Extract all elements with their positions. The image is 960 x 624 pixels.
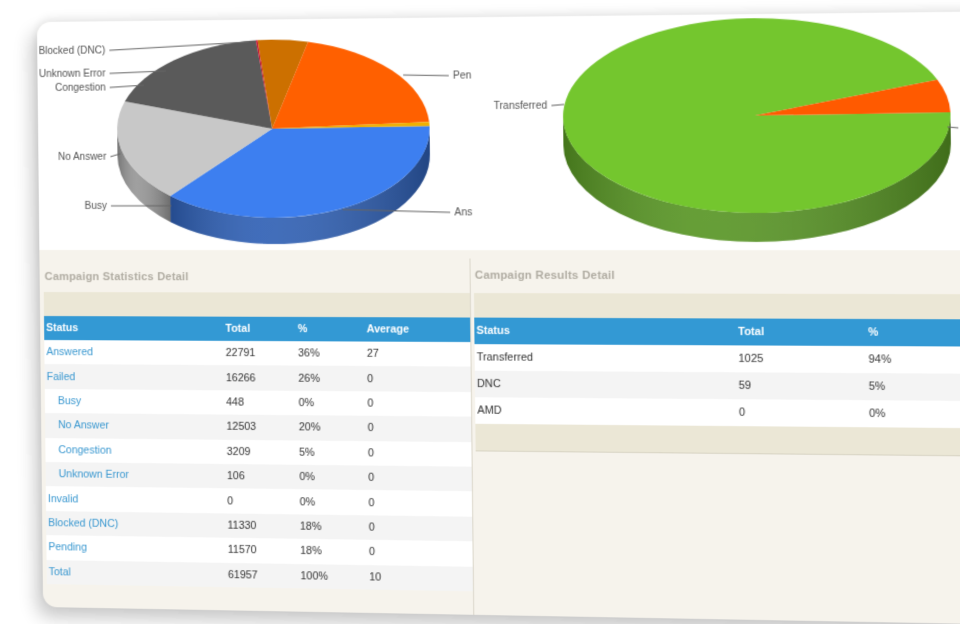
status-link[interactable]: Total (49, 566, 71, 578)
table-row: Failed 1626626%0 (45, 364, 471, 391)
table-row: Transferred102594% (475, 344, 960, 374)
campaign-results-table: Status Total % Transferred102594%DNC595%… (474, 293, 960, 457)
status-link[interactable]: Congestion (47, 444, 111, 457)
status-link[interactable]: Unknown Error (48, 468, 129, 481)
percent-cell: 5% (867, 380, 960, 393)
average-cell: 0 (366, 447, 470, 460)
pie-label: Pen (453, 70, 472, 81)
table-body: Transferred102594%DNC595%AMD00% (475, 344, 960, 428)
average-cell: 0 (366, 497, 470, 511)
table-top-band (474, 293, 960, 319)
percent-cell: 0% (867, 407, 960, 421)
status-cell: Transferred (475, 351, 737, 365)
status-cell: DNC (475, 378, 737, 392)
percent-cell: 100% (298, 570, 367, 583)
total-cell: 448 (224, 396, 297, 409)
percent-cell: 94% (866, 353, 960, 366)
total-cell: 16266 (224, 372, 297, 385)
table-top-band (44, 292, 470, 318)
pie-label: Congestion (55, 82, 106, 93)
pie-label: Blocked (DNC) (39, 45, 106, 57)
table-row: DNC595% (475, 371, 960, 401)
status-link[interactable]: Answered (46, 346, 93, 358)
table-header: Status Total % (474, 318, 960, 347)
total-cell: 106 (225, 470, 298, 483)
pie-slice-transferred[interactable] (562, 16, 952, 213)
table-bottom-band (475, 424, 960, 457)
total-cell: 61957 (226, 569, 299, 582)
total-cell: 12503 (224, 421, 297, 434)
charts-area: Pen Ans Blocked (DNC) Unknown Error Congesti… (37, 11, 960, 250)
column-header-status[interactable]: Status (474, 325, 736, 338)
average-cell: 0 (366, 422, 470, 435)
average-cell: 10 (367, 571, 471, 585)
total-cell: 22791 (224, 347, 297, 360)
average-cell: 0 (367, 546, 471, 560)
status-link[interactable]: Busy (47, 395, 81, 407)
pie-label: Ans (454, 207, 472, 218)
table-header: Status Total % Average (44, 316, 470, 342)
status-link[interactable]: Pending (48, 541, 87, 554)
leader-line (403, 75, 449, 76)
statistics-pie-chart: Pen Ans Blocked (DNC) Unknown Error Congesti… (39, 38, 474, 244)
total-cell: 11330 (225, 519, 298, 532)
pie-label: Busy (85, 201, 107, 212)
column-header-average[interactable]: Average (365, 323, 469, 336)
column-header-status[interactable]: Status (44, 322, 223, 335)
percent-cell: 0% (297, 471, 366, 484)
total-cell: 0 (737, 406, 867, 420)
percent-cell: 36% (296, 347, 365, 360)
total-cell: 3209 (225, 446, 298, 459)
average-cell: 0 (366, 472, 470, 485)
leader-line (551, 104, 564, 105)
pie-label: No Answer (58, 152, 107, 163)
column-header-total[interactable]: Total (736, 326, 866, 339)
pie-label: Unknown Error (39, 68, 106, 80)
percent-cell: 5% (297, 446, 366, 459)
total-cell: 59 (736, 380, 866, 393)
average-cell: 0 (367, 521, 471, 535)
total-cell: 11570 (226, 544, 299, 557)
percent-cell: 18% (298, 520, 367, 533)
campaign-statistics-table: Status Total % Average Answered2279136%2… (44, 292, 473, 591)
average-cell: 27 (365, 348, 469, 361)
campaign-report-card: Pen Ans Blocked (DNC) Unknown Error Congesti… (37, 11, 960, 624)
table-row: Answered 2279136%27 (44, 340, 470, 367)
pie-label: Transferred (494, 100, 548, 112)
status-link[interactable]: Invalid (48, 493, 78, 505)
status-cell: AMD (475, 404, 737, 418)
table-body: Answered2279136%27Failed1626626%0Busy448… (44, 340, 473, 591)
percent-cell: 18% (298, 545, 367, 558)
percent-cell: 0% (298, 496, 367, 509)
column-header-percent[interactable]: % (296, 323, 365, 335)
pie-charts-svg: Pen Ans Blocked (DNC) Unknown Error Congesti… (37, 11, 960, 250)
status-link[interactable]: Failed (47, 371, 76, 383)
results-pie-chart: TransferredDNC (493, 16, 960, 242)
results-section-title: Campaign Results Detail (475, 270, 615, 283)
average-cell: 0 (365, 373, 469, 386)
total-cell: 0 (225, 495, 298, 508)
column-header-total[interactable]: Total (223, 323, 296, 335)
column-header-percent[interactable]: % (866, 326, 960, 339)
table-row: Total 61957100%10 (47, 560, 473, 592)
stats-section-title: Campaign Statistics Detail (45, 271, 189, 283)
percent-cell: 20% (297, 422, 366, 435)
percent-cell: 26% (296, 372, 365, 385)
percent-cell: 0% (296, 397, 365, 410)
status-link[interactable]: Blocked (DNC) (48, 517, 118, 530)
total-cell: 1025 (736, 353, 866, 366)
table-row: Busy 4480%0 (45, 389, 471, 417)
status-link[interactable]: No Answer (47, 419, 109, 432)
average-cell: 0 (365, 397, 469, 410)
